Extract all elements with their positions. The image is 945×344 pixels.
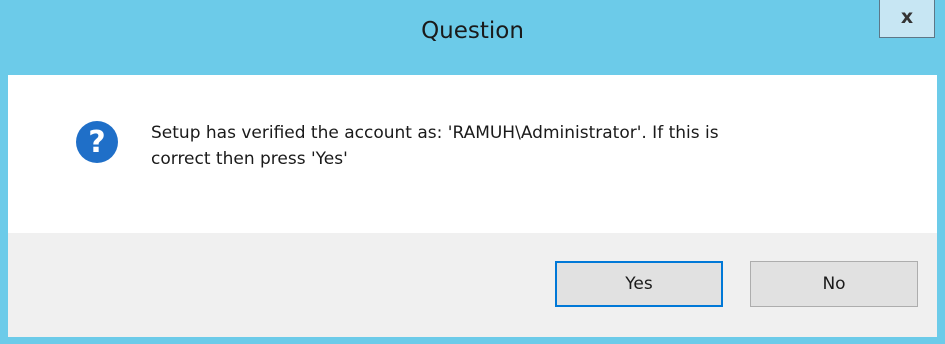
title-bar[interactable]: Question x xyxy=(0,0,945,75)
question-icon: ? xyxy=(76,121,118,163)
question-dialog: Question x ? Setup has verified the acco… xyxy=(0,0,945,344)
svg-text:?: ? xyxy=(88,125,105,160)
message-line-2: correct then press 'Yes' xyxy=(151,149,348,169)
message-text: Setup has verified the account as: 'RAMU… xyxy=(151,120,891,172)
button-bar: Yes No xyxy=(8,233,937,337)
close-icon: x xyxy=(900,6,914,28)
dialog-body: ? Setup has verified the account as: 'RA… xyxy=(8,75,937,337)
close-button[interactable]: x xyxy=(879,0,935,38)
no-button[interactable]: No xyxy=(750,261,918,307)
yes-button[interactable]: Yes xyxy=(555,261,723,307)
message-area: ? Setup has verified the account as: 'RA… xyxy=(8,75,937,233)
window-title: Question xyxy=(421,18,524,44)
message-line-1: Setup has verified the account as: 'RAMU… xyxy=(151,123,719,143)
